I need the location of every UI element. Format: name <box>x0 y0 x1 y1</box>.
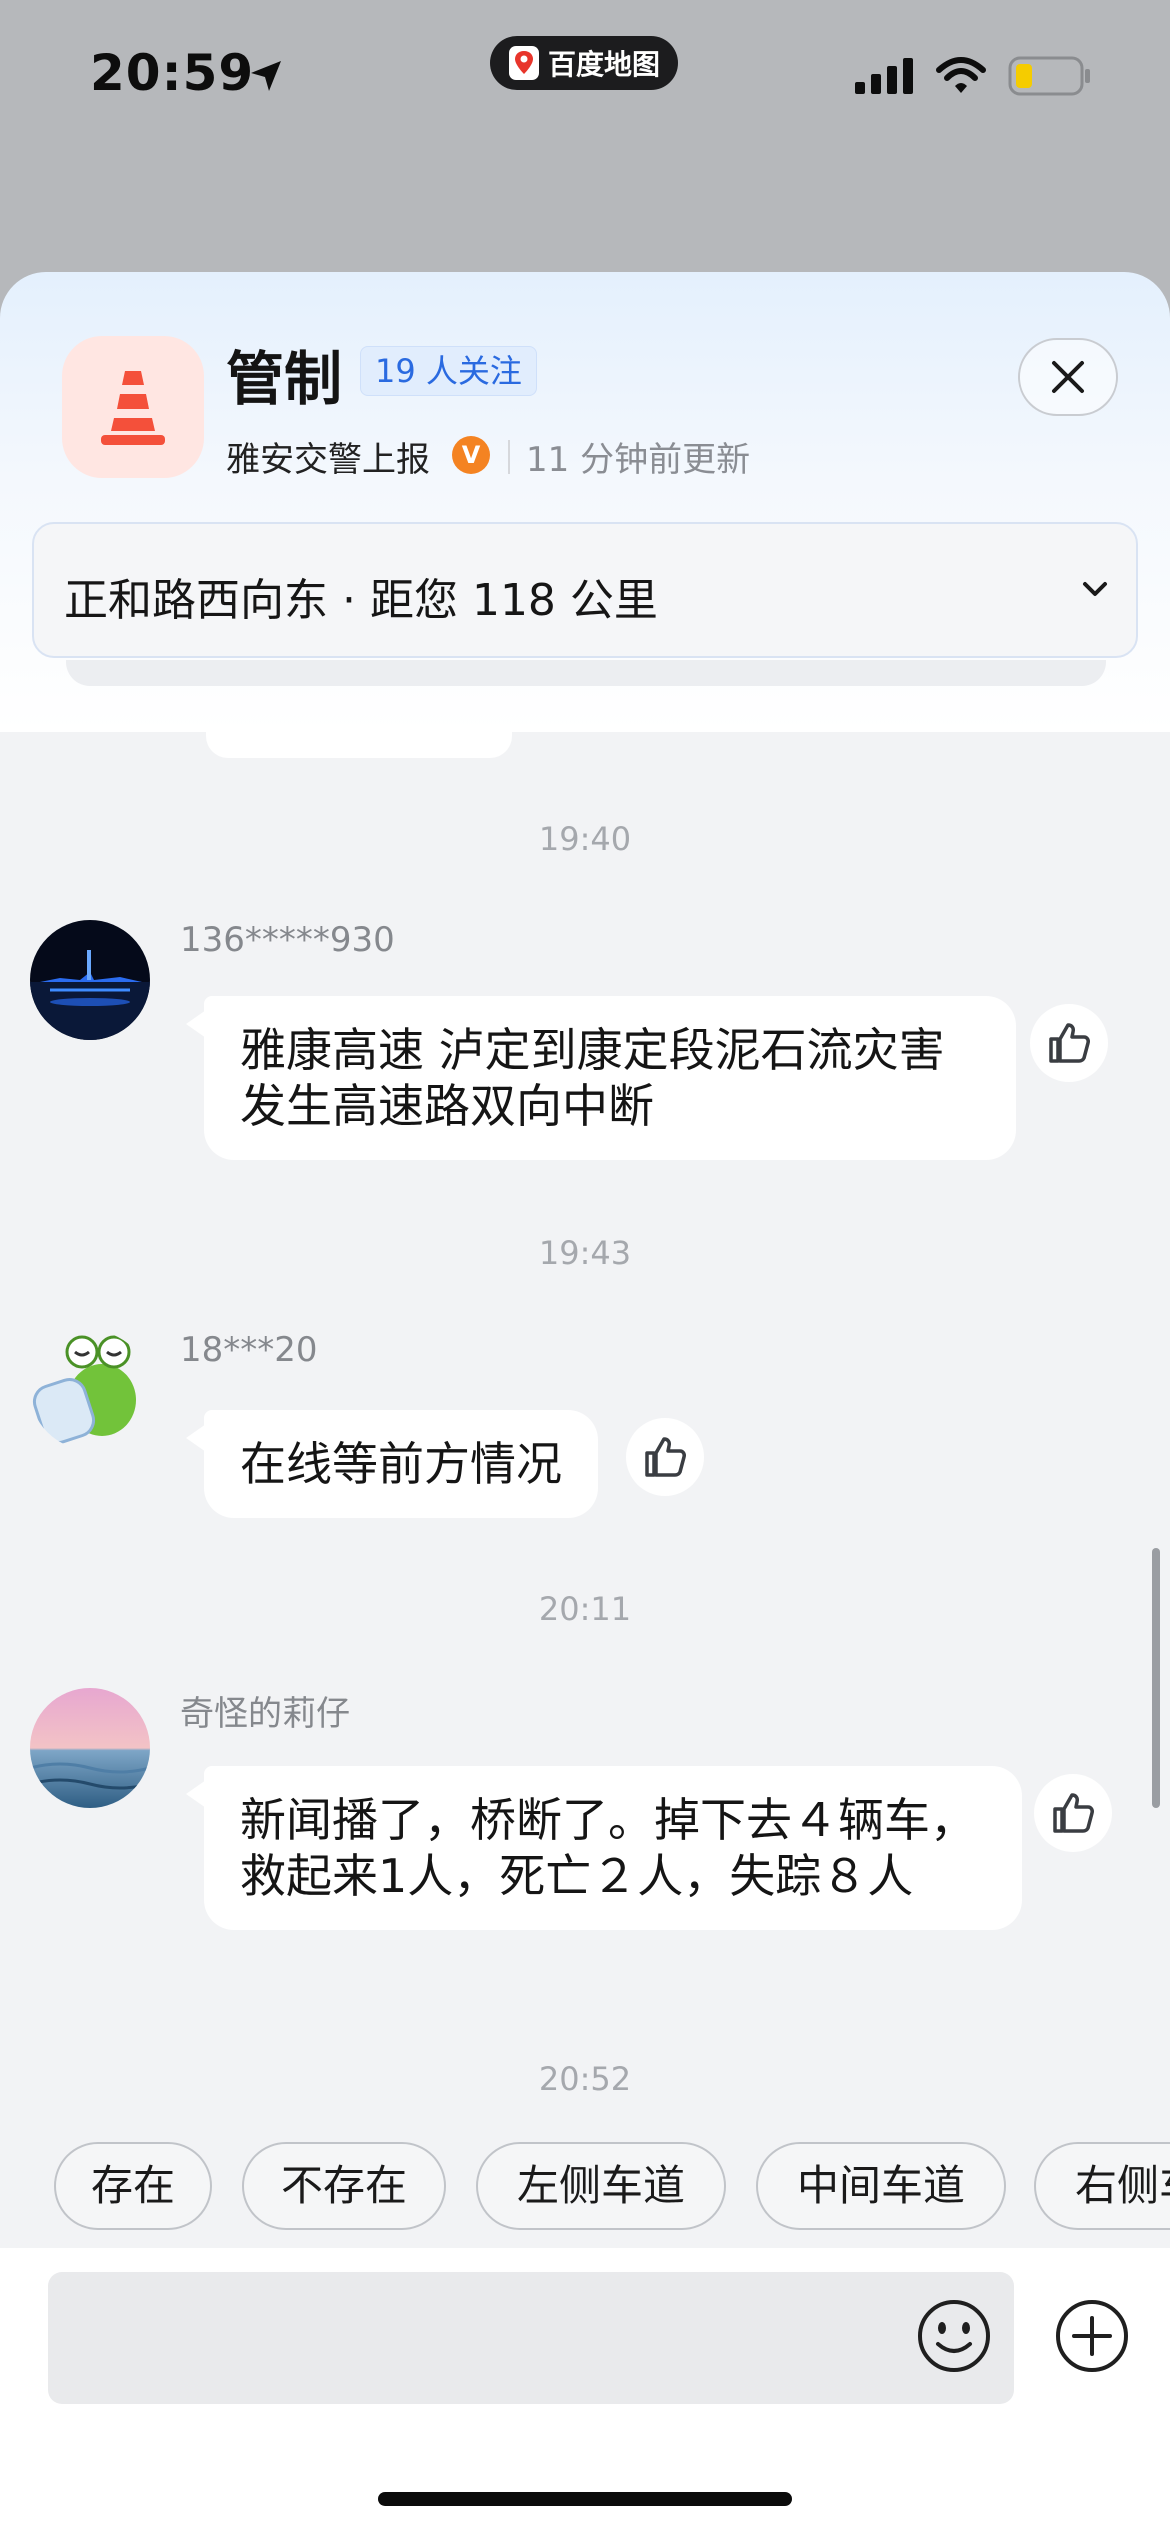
previous-message-bubble <box>206 732 512 758</box>
chip-middle-lane[interactable]: 中间车道 <box>756 2142 1006 2230</box>
chip-left-lane[interactable]: 左侧车道 <box>476 2142 726 2230</box>
time-separator: 20:11 <box>538 1590 632 1628</box>
username[interactable]: 奇怪的莉仔 <box>180 1686 350 1735</box>
chip-not-exists[interactable]: 不存在 <box>242 2142 446 2230</box>
emoji-icon[interactable] <box>916 2298 992 2374</box>
message-bubble[interactable]: 雅康高速 泸定到康定段泥石流灾害发生高速路双向中断 <box>186 996 1016 1160</box>
like-button[interactable] <box>626 1418 704 1496</box>
chevron-down-icon <box>1083 582 1107 596</box>
input-bar <box>0 2248 1170 2532</box>
message-bubble[interactable]: 在线等前方情况 <box>186 1410 598 1518</box>
thumbs-up-icon <box>1049 1023 1090 1063</box>
battery-icon <box>1008 56 1090 96</box>
status-time: 20:59 <box>90 44 255 102</box>
quick-reply-bar[interactable]: 存在 不存在 左侧车道 中间车道 右侧车道 <box>0 2142 1170 2234</box>
cellular-signal-icon <box>855 58 913 94</box>
chip-exists[interactable]: 存在 <box>54 2142 212 2230</box>
status-bar: 20:59 百度地图 <box>0 0 1170 150</box>
message-input[interactable] <box>48 2272 1014 2404</box>
time-separator: 19:40 <box>538 820 632 858</box>
avatar[interactable] <box>30 1688 150 1808</box>
like-button[interactable] <box>1030 1004 1108 1082</box>
chip-right-lane[interactable]: 右侧车道 <box>1034 2142 1170 2230</box>
traffic-cone-icon <box>62 336 204 478</box>
home-indicator[interactable] <box>378 2492 792 2506</box>
avatar[interactable] <box>30 920 150 1040</box>
location-label: 正和路西向东 · 距您 118 公里 <box>64 575 658 626</box>
chat-list[interactable]: 19:40 136*****930 雅康高速 泸定到康定段泥石流灾害发生高速路双… <box>0 732 1170 2160</box>
close-button[interactable] <box>1018 338 1118 416</box>
wifi-icon <box>936 57 986 93</box>
app-name: 百度地图 <box>548 48 661 81</box>
avatar[interactable] <box>30 1330 150 1450</box>
followers-badge[interactable]: 19 人关注 <box>360 346 537 396</box>
close-icon <box>1052 361 1084 393</box>
thumbs-up-icon <box>1053 1793 1094 1833</box>
time-separator: 19:43 <box>538 1234 632 1272</box>
back-to-app-pill[interactable]: 百度地图 <box>490 36 678 90</box>
location-bar-shadow <box>66 660 1106 686</box>
divider <box>508 440 510 474</box>
map-pin-icon <box>509 46 539 80</box>
report-source: 雅安交警上报 <box>226 440 430 480</box>
thumbs-up-icon <box>645 1437 686 1477</box>
scrollbar[interactable] <box>1152 1548 1160 1808</box>
location-arrow-icon <box>251 61 281 91</box>
time-separator: 20:52 <box>538 2060 632 2098</box>
incident-card: 管制 19 人关注 雅安交警上报 V 11 分钟前更新 正和路西向东 · 距您 … <box>0 272 1170 732</box>
location-dropdown[interactable]: 正和路西向东 · 距您 118 公里 <box>32 522 1138 658</box>
username[interactable]: 18***20 <box>180 1330 318 1370</box>
username[interactable]: 136*****930 <box>180 920 395 960</box>
plus-icon[interactable] <box>1054 2298 1130 2374</box>
like-button[interactable] <box>1034 1774 1112 1852</box>
update-time: 11 分钟前更新 <box>526 440 751 480</box>
verified-badge: V <box>452 436 490 474</box>
message-bubble[interactable]: 新闻播了，桥断了。掉下去４辆车，救起来1人，死亡２人，失踪８人 <box>186 1766 1022 1930</box>
incident-title: 管制 <box>226 345 343 413</box>
